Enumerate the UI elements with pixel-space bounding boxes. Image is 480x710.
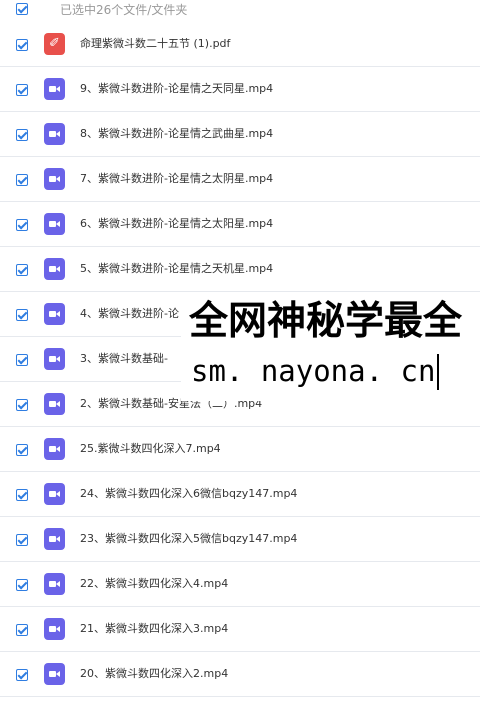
file-checkbox[interactable] (16, 489, 28, 501)
video-file-icon (44, 213, 65, 235)
watermark-overlay: 全网神秘学最全 sm. nayona. cn (181, 293, 480, 401)
file-name[interactable]: 23、紫微斗数四化深入5微信bqzy147.mp4 (80, 531, 297, 547)
file-name[interactable]: 3、紫微斗数基础- (80, 351, 168, 367)
video-file-icon (44, 303, 65, 325)
video-file-icon (44, 258, 65, 280)
file-row[interactable]: 22、紫微斗数四化深入4.mp4 (0, 562, 480, 607)
file-checkbox[interactable] (16, 84, 28, 96)
file-name[interactable]: 9、紫微斗数进阶-论星情之天同星.mp4 (80, 81, 273, 97)
video-file-icon (44, 123, 65, 145)
file-checkbox[interactable] (16, 174, 28, 186)
file-name[interactable]: 25.紫微斗数四化深入7.mp4 (80, 441, 221, 457)
file-checkbox[interactable] (16, 39, 28, 51)
file-name[interactable]: 24、紫微斗数四化深入6微信bqzy147.mp4 (80, 486, 297, 502)
file-name[interactable]: 4、紫微斗数进阶-论 (80, 306, 179, 322)
file-name[interactable]: 21、紫微斗数四化深入3.mp4 (80, 621, 228, 637)
selection-count-text: 已选中26个文件/文件夹 (60, 3, 188, 17)
select-all-checkbox[interactable] (16, 3, 28, 15)
selection-header: 已选中26个文件/文件夹 (0, 0, 480, 20)
file-row[interactable]: 24、紫微斗数四化深入6微信bqzy147.mp4 (0, 472, 480, 517)
file-checkbox[interactable] (16, 669, 28, 681)
file-checkbox[interactable] (16, 579, 28, 591)
video-file-icon (44, 573, 65, 595)
file-row[interactable]: 20、紫微斗数四化深入2.mp4 (0, 652, 480, 697)
file-name[interactable]: 5、紫微斗数进阶-论星情之天机星.mp4 (80, 261, 273, 277)
file-row[interactable]: 23、紫微斗数四化深入5微信bqzy147.mp4 (0, 517, 480, 562)
file-row[interactable]: 21、紫微斗数四化深入3.mp4 (0, 607, 480, 652)
video-file-icon (44, 483, 65, 505)
file-checkbox[interactable] (16, 444, 28, 456)
file-checkbox[interactable] (16, 309, 28, 321)
video-file-icon (44, 528, 65, 550)
file-row[interactable]: 5、紫微斗数进阶-论星情之天机星.mp4 (0, 247, 480, 292)
pdf-file-icon: ✐ (44, 33, 65, 55)
file-row[interactable]: 25.紫微斗数四化深入7.mp4 (0, 427, 480, 472)
watermark-title: 全网神秘学最全 (189, 299, 463, 344)
video-file-icon (44, 393, 65, 415)
video-file-icon (44, 168, 65, 190)
file-checkbox[interactable] (16, 534, 28, 546)
video-file-icon (44, 618, 65, 640)
file-checkbox[interactable] (16, 624, 28, 636)
video-file-icon (44, 663, 65, 685)
file-row[interactable]: 6、紫微斗数进阶-论星情之太阳星.mp4 (0, 202, 480, 247)
file-checkbox[interactable] (16, 264, 28, 276)
watermark-url: sm. nayona. cn (191, 354, 436, 388)
file-name[interactable]: 6、紫微斗数进阶-论星情之太阳星.mp4 (80, 216, 273, 232)
file-row[interactable]: 7、紫微斗数进阶-论星情之太阴星.mp4 (0, 157, 480, 202)
text-cursor (437, 354, 439, 390)
file-name[interactable]: 8、紫微斗数进阶-论星情之武曲星.mp4 (80, 126, 273, 142)
file-checkbox[interactable] (16, 399, 28, 411)
video-file-icon (44, 78, 65, 100)
file-checkbox[interactable] (16, 129, 28, 141)
video-file-icon (44, 348, 65, 370)
file-row[interactable]: 8、紫微斗数进阶-论星情之武曲星.mp4 (0, 112, 480, 157)
file-row[interactable]: 9、紫微斗数进阶-论星情之天同星.mp4 (0, 67, 480, 112)
file-checkbox[interactable] (16, 354, 28, 366)
file-row[interactable]: ✐ 命理紫微斗数二十五节 (1).pdf (0, 22, 480, 67)
file-checkbox[interactable] (16, 219, 28, 231)
file-name[interactable]: 命理紫微斗数二十五节 (1).pdf (80, 36, 230, 52)
file-name[interactable]: 22、紫微斗数四化深入4.mp4 (80, 576, 228, 592)
video-file-icon (44, 438, 65, 460)
file-name[interactable]: 7、紫微斗数进阶-论星情之太阴星.mp4 (80, 171, 273, 187)
file-name[interactable]: 20、紫微斗数四化深入2.mp4 (80, 666, 228, 682)
